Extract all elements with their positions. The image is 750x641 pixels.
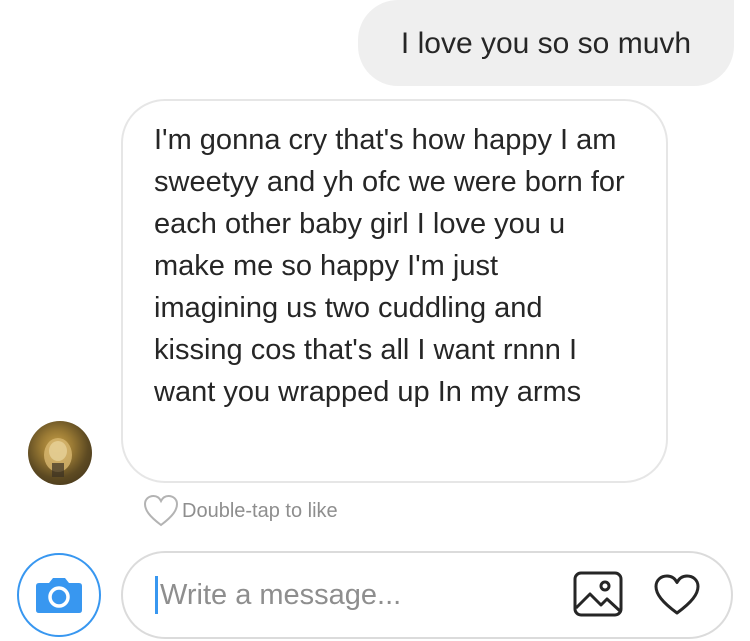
- avatar[interactable]: [28, 421, 92, 485]
- camera-icon: [36, 578, 82, 613]
- like-hint-text: Double-tap to like: [182, 499, 338, 522]
- sent-message-bubble[interactable]: I love you so so muvh: [358, 0, 734, 86]
- received-message-bubble[interactable]: I'm gonna cry that's how happy I am swee…: [121, 99, 668, 483]
- heart-outline-icon: [143, 494, 179, 527]
- gallery-icon[interactable]: [573, 571, 623, 617]
- double-tap-like-hint: Double-tap to like: [143, 494, 338, 528]
- camera-button[interactable]: [17, 553, 101, 637]
- message-input[interactable]: [160, 573, 550, 617]
- heart-icon[interactable]: [653, 573, 701, 617]
- text-cursor: [155, 576, 158, 614]
- sent-message-text: I love you so so muvh: [400, 27, 692, 60]
- avatar-image: [44, 438, 72, 477]
- received-message-text: I'm gonna cry that's how happy I am swee…: [154, 124, 625, 408]
